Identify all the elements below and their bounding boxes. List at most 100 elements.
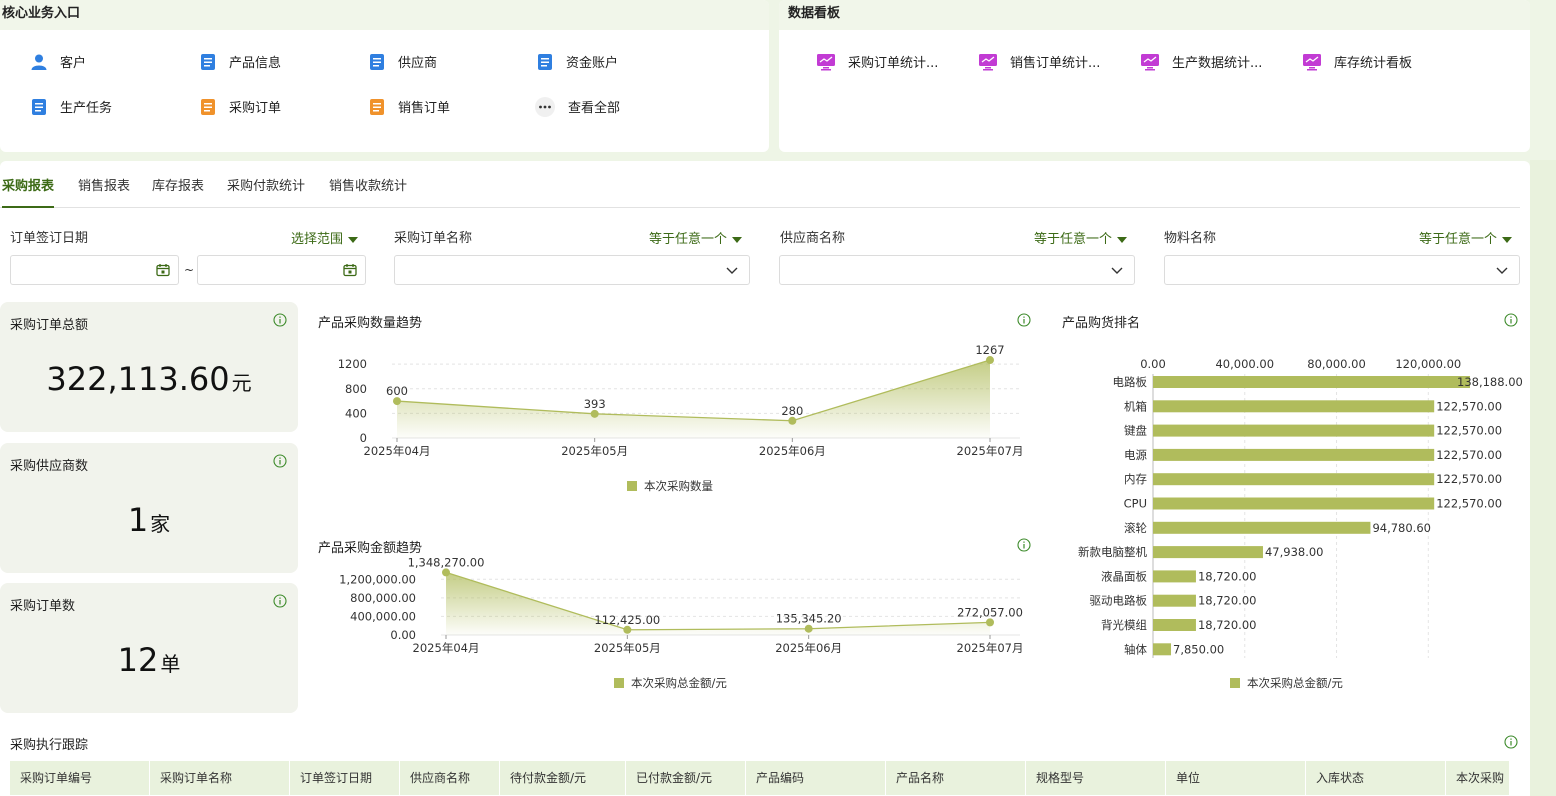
table-header-cell[interactable]: 待付款金额/元: [500, 761, 626, 795]
data-label: 18,720.00: [1198, 569, 1257, 583]
monitor-chart-icon: [816, 53, 836, 71]
entry-customer[interactable]: 客户: [30, 52, 86, 71]
info-icon[interactable]: [1017, 313, 1031, 327]
info-icon[interactable]: [1504, 313, 1518, 327]
data-label: 47,938.00: [1265, 545, 1324, 559]
data-label: 7,850.00: [1173, 642, 1224, 656]
chart-title-amount-trend: 产品采购金额趋势: [318, 541, 423, 556]
document-icon: [199, 53, 217, 71]
filter-label-order-date: 订单签订日期: [10, 231, 89, 246]
entry-product-info[interactable]: 产品信息: [199, 52, 281, 71]
legend-swatch: [1230, 678, 1240, 688]
x-tick-label: 40,000.00: [1215, 357, 1274, 371]
info-icon[interactable]: [1504, 735, 1518, 749]
entry-purchase-order[interactable]: 采购订单: [199, 97, 281, 116]
y-tick-label: 0.00: [390, 628, 416, 642]
filter-op-order-date[interactable]: 选择范围: [291, 228, 359, 247]
dashboard-label: 销售订单统计...: [1010, 56, 1101, 71]
core-business-title: 核心业务入口: [0, 0, 769, 30]
data-label: 135,345.20: [776, 612, 842, 626]
document-icon: [199, 98, 217, 116]
dashboard-production-stats[interactable]: 生产数据统计...: [1140, 52, 1262, 71]
x-tick-label: 2025年06月: [759, 444, 826, 458]
entry-supplier[interactable]: 供应商: [368, 52, 437, 71]
info-icon[interactable]: [273, 313, 287, 327]
table-header-cell[interactable]: 产品名称: [886, 761, 1026, 795]
y-tick-label: 驱动电路板: [1090, 594, 1148, 608]
core-business-panel: 核心业务入口: [0, 0, 769, 152]
data-point: [788, 416, 797, 425]
entry-label: 供应商: [398, 56, 438, 71]
data-label: 94,780.60: [1372, 521, 1431, 535]
y-tick-label: 800,000.00: [350, 591, 416, 605]
filter-op-supplier-name[interactable]: 等于任意一个: [1034, 228, 1128, 247]
y-tick-label: 1200: [338, 357, 367, 371]
table-header-cell[interactable]: 单位: [1166, 761, 1306, 795]
entry-sales-order[interactable]: 销售订单: [368, 97, 450, 116]
data-label: 112,425.00: [594, 613, 660, 627]
chevron-down-icon: [1111, 267, 1123, 274]
y-tick-label: 新款电脑整机: [1078, 545, 1147, 559]
info-icon[interactable]: [273, 594, 287, 608]
filter-op-order-name[interactable]: 等于任意一个: [649, 228, 743, 247]
dashboard-inventory-board[interactable]: 库存统计看板: [1302, 52, 1412, 71]
table-title: 采购执行跟踪: [10, 738, 89, 753]
tab-inventory-report[interactable]: 库存报表: [152, 175, 204, 206]
y-tick-label: 800: [345, 382, 367, 396]
order-name-select[interactable]: [394, 255, 750, 285]
data-point: [986, 618, 994, 627]
filter-label-material-name: 物料名称: [1164, 231, 1217, 246]
y-tick-label: 背光模组: [1101, 618, 1147, 632]
info-icon[interactable]: [273, 454, 287, 468]
tab-sales-receipt[interactable]: 销售收款统计: [329, 175, 407, 206]
date-range-separator: ~: [184, 263, 195, 277]
dashboard-panel: 数据看板: [779, 0, 1530, 152]
y-tick-label: 电源: [1124, 448, 1147, 462]
x-tick-label: 2025年07月: [957, 641, 1024, 655]
data-label: 272,057.00: [957, 605, 1023, 619]
data-label: 122,570.00: [1436, 497, 1502, 511]
tab-purchase-payment[interactable]: 采购付款统计: [227, 175, 305, 206]
table-header-cell[interactable]: 供应商名称: [400, 761, 500, 795]
bar: [1153, 643, 1172, 656]
data-label: 600: [386, 384, 408, 398]
filter-op-text: 等于任意一个: [1034, 232, 1113, 247]
entry-label: 资金账户: [566, 56, 619, 71]
table-header-cell[interactable]: 入库状态: [1306, 761, 1446, 795]
dashboard-purchase-order-stats[interactable]: 采购订单统计...: [816, 52, 938, 71]
table-header-cell[interactable]: 采购订单名称: [150, 761, 290, 795]
y-tick-label: 液晶面板: [1101, 569, 1147, 583]
monitor-chart-icon: [978, 53, 998, 71]
document-icon: [368, 53, 386, 71]
monitor-chart-icon: [1302, 53, 1322, 71]
entry-label: 产品信息: [229, 56, 282, 71]
bar: [1153, 376, 1471, 388]
info-icon[interactable]: [1017, 538, 1031, 552]
bar: [1153, 424, 1435, 437]
tab-sales-report[interactable]: 销售报表: [78, 175, 130, 206]
data-point: [804, 624, 813, 633]
tab-purchase-report[interactable]: 采购报表: [2, 175, 55, 208]
entry-production-task[interactable]: 生产任务: [30, 97, 112, 116]
entry-view-all[interactable]: 查看全部: [534, 96, 620, 117]
date-start-input[interactable]: [10, 255, 179, 285]
table-header-cell[interactable]: 规格型号: [1026, 761, 1166, 795]
kpi-card-supplier-count: 采购供应商数 1家: [0, 443, 298, 573]
filter-op-material-name[interactable]: 等于任意一个: [1419, 228, 1513, 247]
data-label: 1,348,270.00: [408, 555, 485, 569]
dashboard-title: 数据看板: [779, 0, 1530, 30]
date-end-input[interactable]: [197, 255, 366, 285]
material-name-select[interactable]: [1164, 255, 1520, 285]
kpi-card-order-count: 采购订单数 12 单: [0, 583, 298, 713]
table-header-cell[interactable]: 已付款金额/元: [626, 761, 746, 795]
table-header-cell[interactable]: 本次采购: [1446, 761, 1510, 795]
data-point: [623, 625, 632, 634]
table-header-cell[interactable]: 订单签订日期: [290, 761, 400, 795]
table-header-cell[interactable]: 采购订单编号: [10, 761, 150, 795]
supplier-name-select[interactable]: [779, 255, 1135, 285]
x-tick-label: 2025年05月: [561, 444, 628, 458]
dashboard-sales-order-stats[interactable]: 销售订单统计...: [978, 52, 1100, 71]
entry-fund-account[interactable]: 资金账户: [536, 52, 618, 71]
user-icon: [30, 53, 48, 71]
table-header-cell[interactable]: 产品编码: [746, 761, 886, 795]
